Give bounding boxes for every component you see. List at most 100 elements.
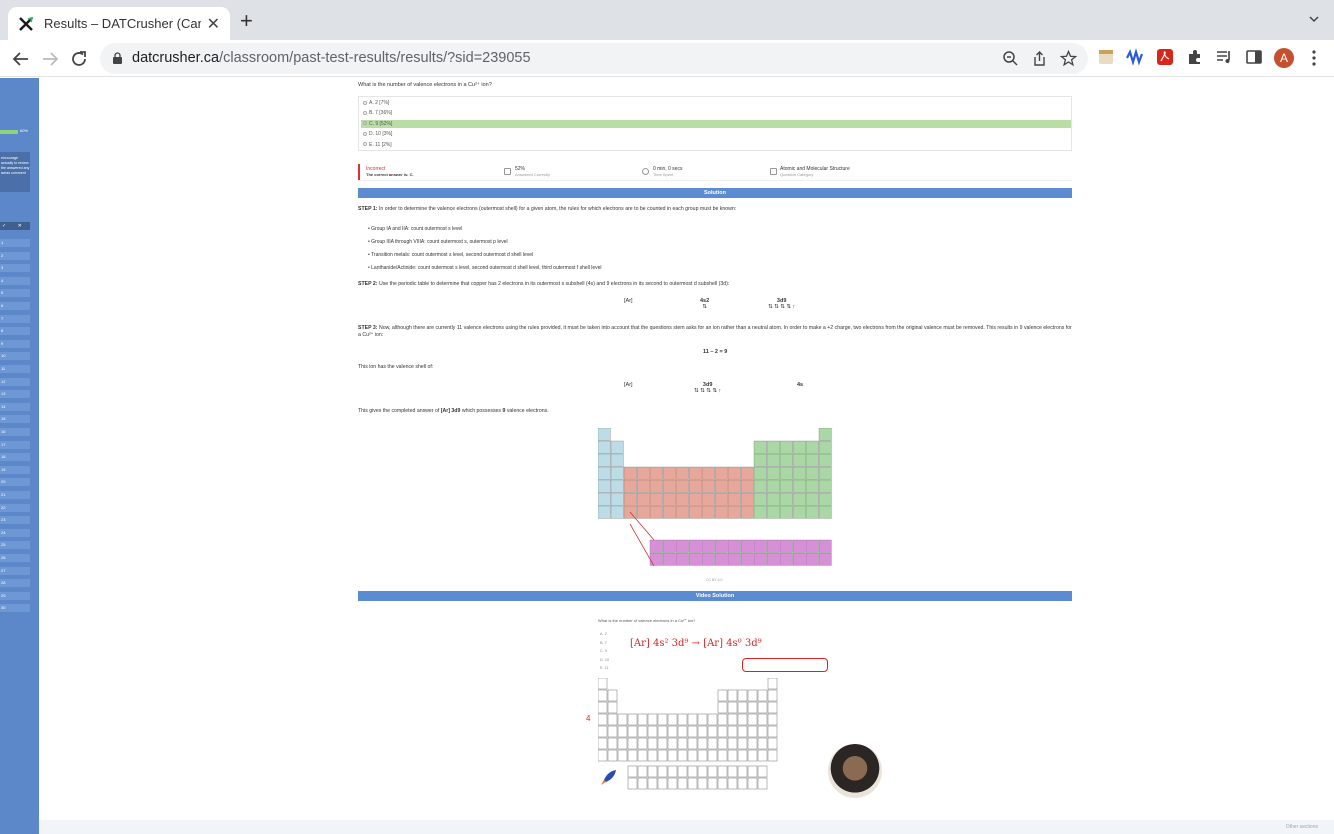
element-cell: [637, 777, 648, 790]
element-cell: [707, 737, 718, 750]
sidebar-question-row[interactable]: 29: [0, 591, 30, 600]
sidebar-question-row[interactable]: 28: [0, 579, 30, 588]
answer-list: A. 2 [7%] B. 7 [36%] C. 9 [52%] D. 10 [3%] E…: [358, 96, 1072, 151]
sidebar-question-row[interactable]: 10: [0, 352, 30, 361]
share-icon[interactable]: [1031, 50, 1048, 67]
element-cell: [747, 689, 758, 702]
element-cell: [707, 765, 718, 778]
sidebar-question-row[interactable]: 3: [0, 264, 30, 273]
radio-icon[interactable]: [363, 142, 367, 147]
element-cell: [805, 440, 819, 454]
back-arrow-icon[interactable]: [10, 48, 32, 70]
lock-icon[interactable]: [112, 52, 123, 65]
sidebar-question-row[interactable]: 16: [0, 428, 30, 436]
element-cell: [610, 492, 624, 506]
element-cell: [737, 749, 748, 762]
question-sidebar: 60% encourage actually to review the ans…: [0, 78, 39, 834]
calendar-extension-icon[interactable]: [1097, 48, 1115, 66]
sidebar-question-row[interactable]: 14: [0, 402, 30, 411]
answer-option[interactable]: B. 7 [36%]: [361, 109, 1071, 117]
sidebar-question-row[interactable]: 5: [0, 289, 30, 298]
element-cell: [623, 466, 637, 480]
sidebar-question-row[interactable]: 21: [0, 491, 30, 499]
element-cell: [667, 777, 678, 790]
acrobat-extension-icon[interactable]: [1156, 48, 1174, 66]
element-cell: [727, 701, 738, 714]
element-cell: [598, 466, 611, 480]
sidebar-question-row[interactable]: 22: [0, 503, 30, 512]
tab-close-icon[interactable]: ✕: [207, 14, 220, 34]
sidebar-question-row[interactable]: 6: [0, 302, 30, 310]
element-cell: [687, 749, 698, 762]
sidebar-question-row[interactable]: 4: [0, 276, 30, 285]
answer-option[interactable]: D. 10 [3%]: [361, 130, 1071, 138]
sidebar-question-row[interactable]: 25: [0, 541, 30, 550]
element-cell: [657, 737, 668, 750]
sidebar-question-row[interactable]: 27: [0, 566, 30, 575]
new-tab-icon[interactable]: +: [240, 9, 253, 33]
sidebar-question-row[interactable]: 15: [0, 415, 30, 424]
element-cell: [818, 466, 832, 480]
radio-icon[interactable]: [363, 131, 367, 136]
footer-text: Other sections: [1285, 824, 1318, 830]
sidebar-question-row[interactable]: 7: [0, 314, 30, 323]
radio-icon[interactable]: [363, 111, 367, 116]
element-cell: [677, 765, 688, 778]
element-cell: [688, 539, 702, 553]
element-cell: [747, 749, 758, 762]
sidebar-question-row[interactable]: 23: [0, 516, 30, 525]
answer-option[interactable]: E. 11 [2%]: [361, 141, 1071, 149]
sidebar-question-row[interactable]: 1: [0, 239, 30, 247]
sidebar-question-row[interactable]: 19: [0, 465, 30, 474]
sidebar-question-row[interactable]: 24: [0, 528, 30, 537]
answer-label: B. 7 [36%]: [369, 110, 393, 117]
sidebar-question-row[interactable]: 12: [0, 377, 30, 386]
video-answer-option: D. 10: [600, 657, 610, 662]
video-answer-option: B. 7: [600, 640, 607, 645]
answer-option[interactable]: A. 2 [7%]: [361, 99, 1071, 107]
element-cell: [598, 725, 608, 738]
element-cell: [607, 689, 618, 702]
element-cell: [647, 737, 658, 750]
sidebar-question-row[interactable]: 18: [0, 453, 30, 462]
sidebar-question-row[interactable]: 9: [0, 339, 30, 348]
element-cell: [757, 713, 768, 726]
sidebar-question-row[interactable]: 13: [0, 390, 30, 399]
sidebar-question-row[interactable]: 30: [0, 604, 30, 613]
sidebar-question-row[interactable]: 17: [0, 440, 30, 449]
sidebar-question-row[interactable]: 20: [0, 478, 30, 487]
radio-icon[interactable]: [363, 121, 367, 126]
answer-option[interactable]: C. 9 [52%]: [361, 119, 1071, 128]
element-cell: [667, 737, 678, 750]
element-cell: [688, 505, 702, 519]
element-cell: [607, 749, 618, 762]
zoom-icon[interactable]: [1002, 50, 1019, 67]
tab-search-chevron-icon[interactable]: [1308, 13, 1320, 25]
element-cell: [717, 701, 728, 714]
sidebar-question-row[interactable]: 26: [0, 554, 30, 562]
bookmark-star-icon[interactable]: [1060, 50, 1077, 67]
sidebar-question-row[interactable]: 11: [0, 365, 30, 373]
sidebar-question-row[interactable]: 8: [0, 327, 30, 336]
element-cell: [701, 539, 715, 553]
url-text[interactable]: datcrusher.ca/classroom/past-test-result…: [132, 50, 531, 66]
browser-tab[interactable]: Results – DATCrusher (Canadia ✕: [8, 7, 230, 40]
element-cell: [647, 765, 658, 778]
media-controls-icon[interactable]: [1215, 48, 1233, 66]
page-footer: Other sections: [39, 820, 1334, 834]
element-cell: [667, 725, 678, 738]
element-cell: [701, 466, 715, 480]
sidebar-question-row[interactable]: 2: [0, 251, 30, 260]
element-cell: [714, 552, 728, 566]
chrome-menu-icon[interactable]: [1310, 49, 1318, 67]
address-bar[interactable]: datcrusher.ca/classroom/past-test-result…: [100, 43, 1088, 74]
element-cell: [637, 713, 648, 726]
element-cell: [779, 505, 793, 519]
forward-arrow-icon[interactable]: [39, 48, 61, 70]
radio-icon[interactable]: [363, 100, 367, 105]
extensions-puzzle-icon[interactable]: [1186, 48, 1204, 66]
profile-avatar[interactable]: A: [1274, 48, 1294, 68]
reload-icon[interactable]: [68, 48, 90, 70]
side-panel-icon[interactable]: [1245, 48, 1263, 66]
wave-extension-icon[interactable]: [1126, 48, 1144, 66]
